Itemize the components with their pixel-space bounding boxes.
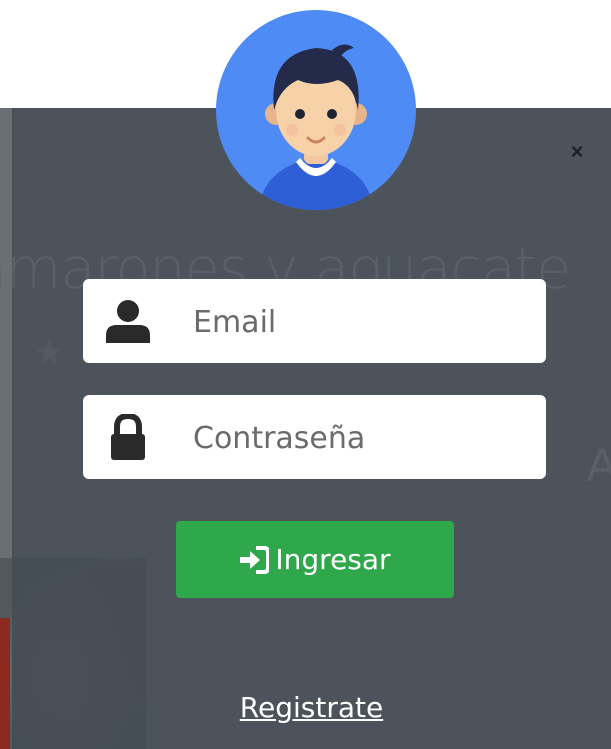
user-avatar-icon [216, 10, 416, 210]
login-button-label: Ingresar [275, 543, 391, 576]
background-star-icon: ★ [34, 334, 65, 372]
lock-icon [111, 414, 145, 460]
user-icon [106, 300, 150, 343]
photo-edge [0, 618, 10, 749]
email-field[interactable] [83, 279, 546, 365]
register-link[interactable]: Registrate [12, 691, 611, 724]
background-text-fragment: A [586, 439, 611, 491]
password-field[interactable] [83, 395, 546, 481]
email-input[interactable] [191, 279, 535, 365]
close-button[interactable]: × [567, 141, 587, 163]
password-input[interactable] [191, 395, 535, 481]
login-button[interactable]: Ingresar [176, 521, 454, 598]
sign-in-icon [240, 545, 270, 574]
